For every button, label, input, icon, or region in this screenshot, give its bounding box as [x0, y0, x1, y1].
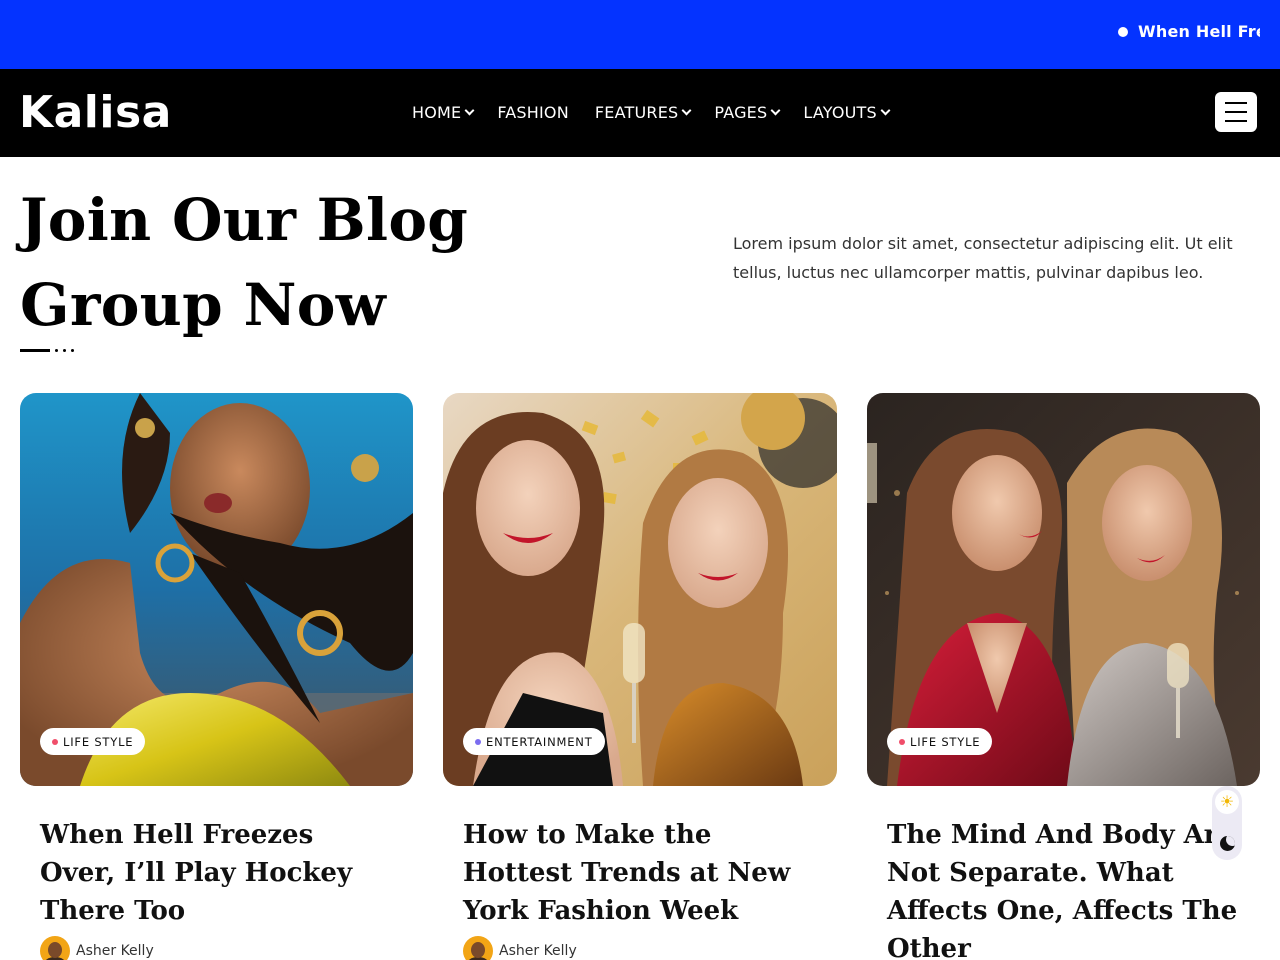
underline-dots — [55, 349, 74, 352]
post-image[interactable]: ENTERTAINMENT — [443, 393, 837, 786]
category-badge[interactable]: LIFE STYLE — [40, 728, 146, 755]
top-ticker-bar: When Hell Free — [0, 0, 1280, 69]
nav-item-label: LAYOUTS — [803, 102, 877, 122]
nav-item-label: FEATURES — [594, 102, 679, 122]
title-underline-decoration — [20, 349, 74, 352]
category-badge[interactable]: ENTERTAINMENT — [463, 728, 605, 755]
post-card[interactable]: ENTERTAINMENT How to Make the Hottest Tr… — [443, 393, 837, 960]
post-card[interactable]: LIFE STYLE When Hell Freezes Over, I’ll … — [20, 393, 413, 960]
hamburger-icon-line — [1225, 111, 1247, 113]
chevron-down-icon — [464, 105, 475, 115]
category-badge[interactable]: LIFE STYLE — [887, 728, 993, 755]
nav-item-home[interactable]: HOME — [412, 102, 475, 122]
category-dot — [899, 738, 905, 745]
post-author[interactable]: Asher Kelly — [40, 936, 393, 960]
nav-item-label: PAGES — [714, 102, 768, 122]
chevron-down-icon — [770, 105, 781, 115]
post-card[interactable]: LIFE STYLE The Mind And Body Are Not Sep… — [867, 393, 1260, 960]
post-image[interactable]: LIFE STYLE — [867, 393, 1260, 786]
post-title[interactable]: How to Make the Hottest Trends at New Yo… — [463, 816, 817, 930]
avatar — [40, 936, 70, 960]
author-name[interactable]: Asher Kelly — [76, 943, 154, 959]
nav-item-layouts[interactable]: LAYOUTS — [803, 102, 891, 122]
site-logo[interactable]: Kalisa — [19, 87, 172, 139]
post-title[interactable]: When Hell Freezes Over, I’ll Play Hockey… — [40, 816, 393, 930]
theme-toggle[interactable]: ☀ — [1212, 786, 1242, 860]
category-label: LIFE STYLE — [910, 734, 981, 749]
post-author[interactable]: Asher Kelly — [463, 936, 817, 960]
nav-item-features[interactable]: FEATURES — [594, 102, 692, 122]
author-name[interactable]: Asher Kelly — [499, 943, 577, 959]
post-title[interactable]: The Mind And Body Are Not Separate. What… — [887, 816, 1240, 960]
section-title: Join Our Blog Group Now — [20, 186, 469, 339]
post-image[interactable]: LIFE STYLE — [20, 393, 413, 786]
underline-bar — [20, 349, 50, 352]
avatar — [463, 936, 493, 960]
ticker-edge — [1260, 0, 1280, 69]
chevron-down-icon — [681, 105, 692, 115]
section-description: Lorem ipsum dolor sit amet, consectetur … — [733, 234, 1233, 282]
nav-item-fashion[interactable]: FASHION — [497, 103, 569, 122]
nav-item-label: HOME — [412, 102, 462, 122]
hamburger-icon-line — [1225, 102, 1247, 104]
ticker-item[interactable]: When Hell Free — [1118, 22, 1278, 41]
category-label: LIFE STYLE — [63, 734, 134, 749]
ticker-bullet-icon — [1118, 27, 1128, 37]
ticker-headline[interactable]: When Hell Free — [1138, 22, 1278, 41]
chevron-down-icon — [880, 105, 891, 115]
category-label: ENTERTAINMENT — [486, 734, 593, 749]
nav-item-label: FASHION — [497, 102, 569, 122]
hamburger-menu-button[interactable] — [1215, 92, 1257, 132]
site-header: Kalisa HOME FASHION FEATURES PAGES LAYOU… — [0, 69, 1280, 157]
nav-item-pages[interactable]: PAGES — [714, 102, 781, 122]
moon-icon[interactable] — [1217, 833, 1237, 853]
hamburger-icon-line — [1225, 120, 1247, 122]
category-dot — [475, 738, 481, 745]
category-dot — [52, 738, 58, 745]
sun-icon[interactable]: ☀ — [1215, 790, 1239, 814]
main-nav: HOME FASHION FEATURES PAGES LAYOUTS — [412, 100, 913, 124]
